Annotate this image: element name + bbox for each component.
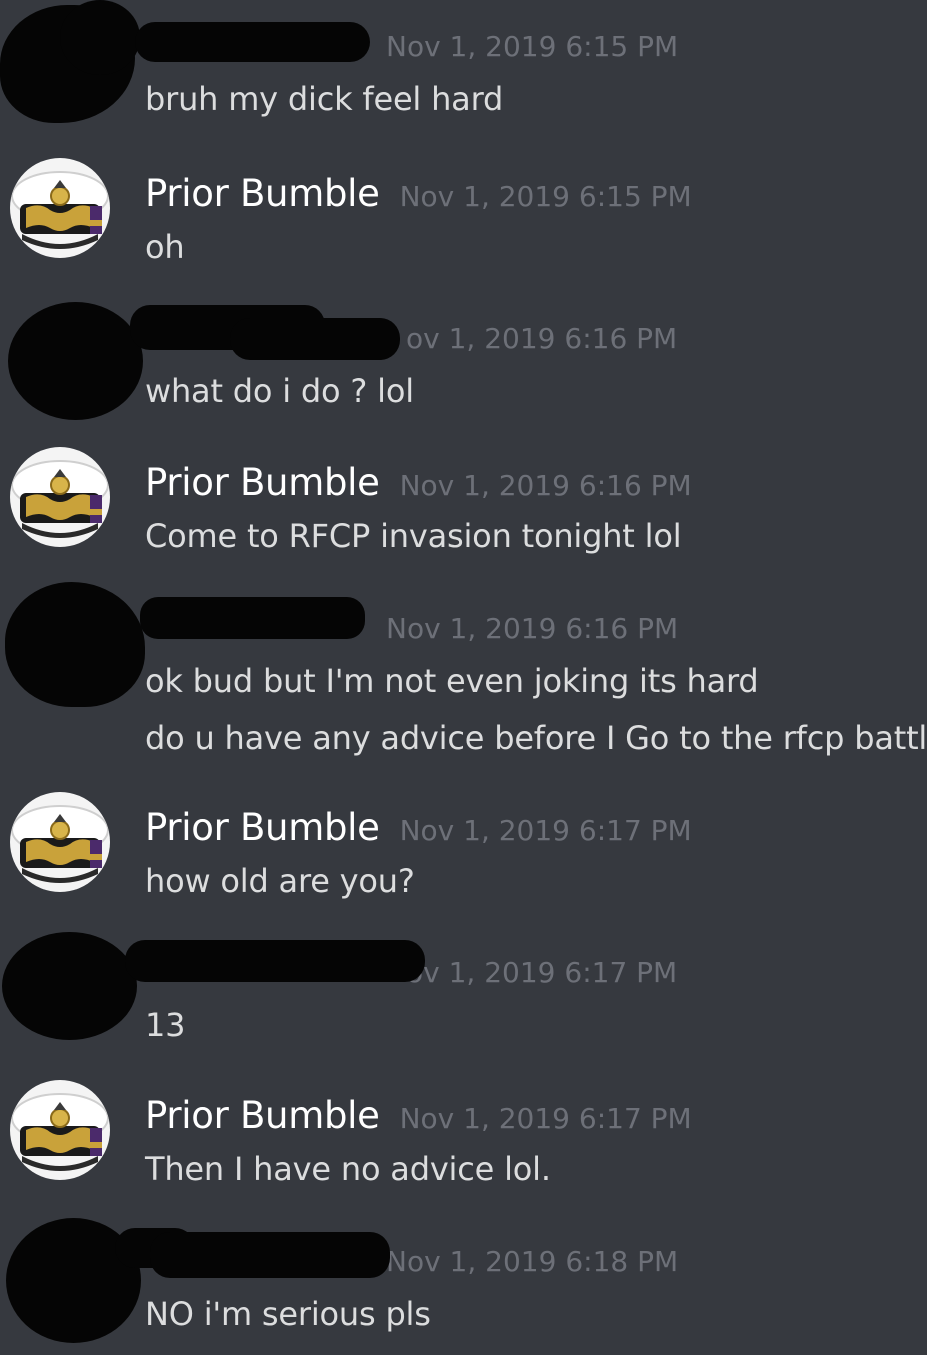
user-avatar[interactable] — [10, 158, 110, 258]
naval-officer-cap-icon — [10, 447, 110, 547]
user-avatar[interactable] — [10, 1080, 110, 1180]
message-timestamp: Nov 1, 2019 6:17 PM — [399, 1102, 692, 1135]
message-timestamp: Nov 1, 2019 6:17 PM — [399, 814, 692, 847]
message-header: Nov 1, 2019 6:18 PM — [386, 1245, 678, 1278]
message-timestamp: Nov 1, 2019 6:16 PM — [386, 612, 679, 645]
message-text: Then I have no advice lol. — [145, 1150, 551, 1188]
message-text: bruh my dick feel hard — [145, 80, 504, 118]
chat-message[interactable]: Prior Bumble Nov 1, 2019 6:15 PM oh — [0, 148, 927, 292]
redaction-scribble — [125, 940, 425, 982]
message-timestamp: Nov 1, 2019 6:15 PM — [386, 30, 679, 63]
naval-officer-cap-icon — [10, 158, 110, 258]
user-avatar[interactable] — [10, 447, 110, 547]
naval-officer-cap-icon — [10, 1080, 110, 1180]
redaction-scribble — [230, 318, 400, 360]
message-header: Nov 1, 2019 6:15 PM — [386, 30, 678, 63]
chat-message[interactable]: Nov 1, 2019 6:15 PM bruh my dick feel har… — [0, 0, 927, 148]
chat-message[interactable]: Prior Bumble Nov 1, 2019 6:17 PM how old a… — [0, 782, 927, 926]
message-text: oh — [145, 228, 185, 266]
naval-officer-cap-icon — [10, 792, 110, 892]
redaction-scribble — [5, 582, 145, 707]
chat-message[interactable]: Nov 1, 2019 6:16 PM ok bud but I'm not ev… — [0, 582, 927, 782]
message-timestamp: ov 1, 2019 6:17 PM — [406, 956, 678, 989]
username[interactable]: Prior Bumble — [145, 806, 380, 849]
message-text: how old are you? — [145, 862, 415, 900]
message-header: Nov 1, 2019 6:16 PM — [386, 612, 678, 645]
message-text: what do i do ? lol — [145, 372, 414, 410]
user-avatar[interactable] — [10, 792, 110, 892]
chat-message[interactable]: Prior Bumble Nov 1, 2019 6:16 PM Come to R… — [0, 437, 927, 582]
username[interactable]: Prior Bumble — [145, 461, 380, 504]
username[interactable]: Prior Bumble — [145, 1094, 380, 1137]
message-header: Prior Bumble Nov 1, 2019 6:16 PM — [145, 461, 692, 504]
redaction-scribble — [2, 932, 137, 1040]
redaction-scribble — [8, 302, 143, 420]
message-header: Prior Bumble Nov 1, 2019 6:17 PM — [145, 1094, 692, 1137]
message-text: 13 — [145, 1006, 186, 1044]
username[interactable]: Prior Bumble — [145, 172, 380, 215]
message-header: ov 1, 2019 6:16 PM — [406, 322, 677, 355]
chat-message-list[interactable]: Nov 1, 2019 6:15 PM bruh my dick feel har… — [0, 0, 927, 1355]
redaction-scribble — [135, 22, 370, 62]
message-timestamp: ov 1, 2019 6:16 PM — [406, 322, 678, 355]
chat-message[interactable]: Prior Bumble Nov 1, 2019 6:17 PM Then I ha… — [0, 1070, 927, 1215]
message-timestamp: Nov 1, 2019 6:18 PM — [386, 1245, 679, 1278]
redaction-scribble — [140, 597, 365, 639]
message-text: NO i'm serious pls — [145, 1295, 431, 1333]
redaction-scribble — [150, 1232, 390, 1278]
redaction-scribble — [60, 0, 140, 75]
message-text: ok bud but I'm not even joking its hard — [145, 662, 759, 700]
message-text: Come to RFCP invasion tonight lol — [145, 517, 682, 555]
message-header: Prior Bumble Nov 1, 2019 6:15 PM — [145, 172, 692, 215]
message-text: do u have any advice before I Go to the … — [145, 719, 927, 757]
message-timestamp: Nov 1, 2019 6:15 PM — [399, 180, 692, 213]
message-timestamp: Nov 1, 2019 6:16 PM — [399, 469, 692, 502]
message-header: Prior Bumble Nov 1, 2019 6:17 PM — [145, 806, 692, 849]
message-header: ov 1, 2019 6:17 PM — [406, 956, 677, 989]
